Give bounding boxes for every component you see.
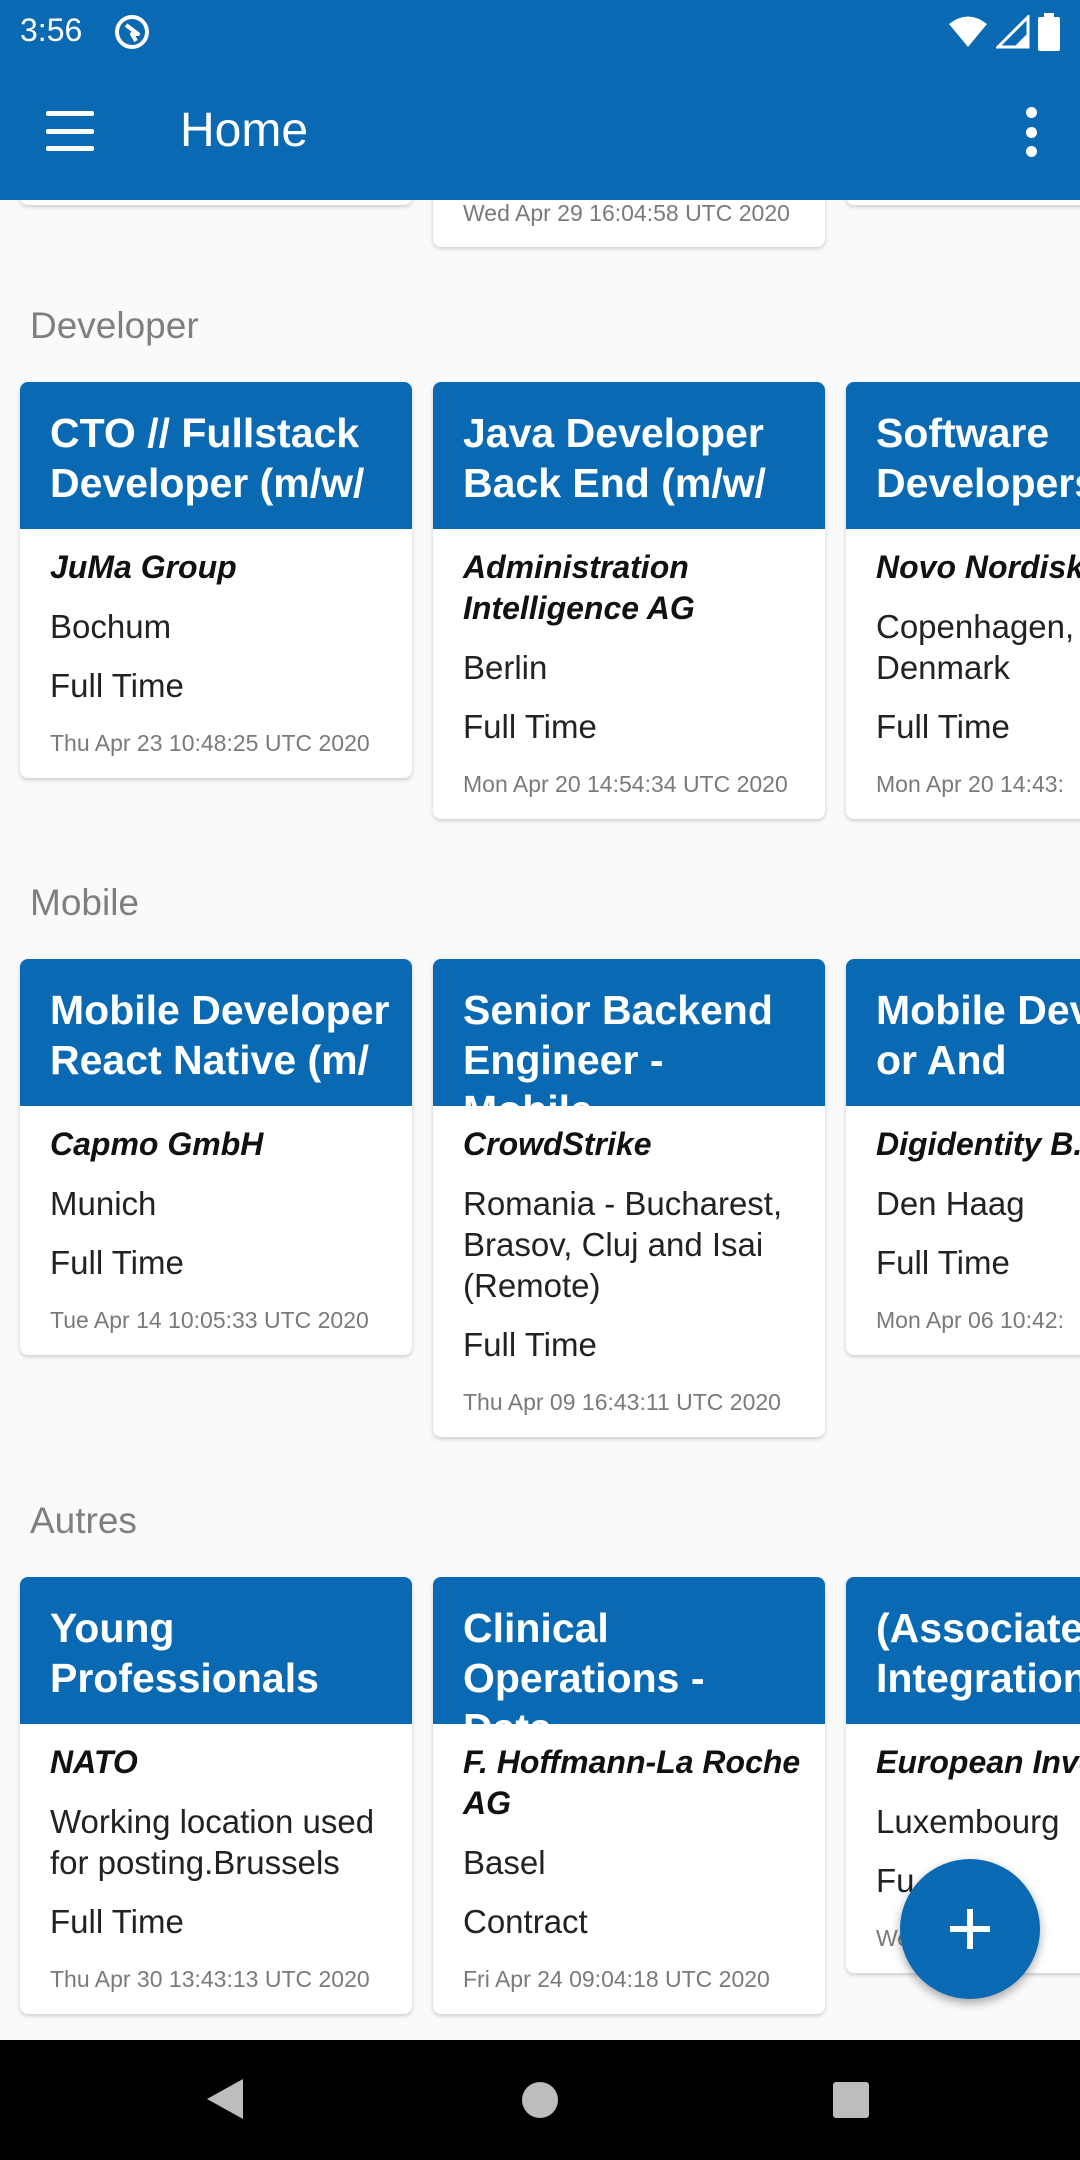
job-company: NATO bbox=[50, 1744, 138, 1780]
job-title: Senior Backend Engineer - Mobile bbox=[433, 959, 825, 1106]
system-nav-bar bbox=[0, 2040, 1080, 2160]
job-company: CrowdStrike bbox=[463, 1126, 652, 1162]
page-title: Home bbox=[180, 104, 309, 157]
back-triangle-icon[interactable] bbox=[205, 2077, 245, 2121]
job-title: Clinical Operations - Data bbox=[433, 1577, 825, 1724]
job-date: Thu Apr 30 13:43:13 UTC 2020 bbox=[50, 1966, 370, 1992]
job-type: Full Time bbox=[463, 1326, 597, 1363]
add-icon bbox=[950, 1909, 990, 1949]
job-date: Fri Apr 24 09:04:18 UTC 2020 bbox=[463, 1966, 770, 1992]
job-feed[interactable]: Wed Apr 29 16:04:58 UTC 2020 Developer C… bbox=[0, 200, 1080, 2040]
job-card[interactable]: Java Developer Back End (m/w/ Administra… bbox=[433, 382, 825, 819]
job-title: Young Professionals bbox=[20, 1577, 412, 1724]
job-title: Java Developer Back End (m/w/ bbox=[433, 382, 825, 529]
job-location: Basel bbox=[463, 1844, 546, 1881]
section-title-autres: Autres bbox=[30, 1500, 137, 1541]
job-company: European Inve Bank bbox=[876, 1744, 1080, 1780]
job-title: Mobile Dev (iOS or And bbox=[846, 959, 1080, 1106]
job-title: (Associate Integration bbox=[846, 1577, 1080, 1724]
status-bar: 3:56 bbox=[0, 0, 1080, 63]
wifi-icon bbox=[949, 16, 987, 47]
job-company: Capmo GmbH bbox=[50, 1126, 264, 1162]
job-date: Wed Apr 29 16:04:58 UTC 2020 bbox=[463, 200, 790, 226]
job-company: Digidentity B. bbox=[876, 1126, 1080, 1162]
job-location: Bochum bbox=[50, 608, 172, 645]
cell-signal-icon bbox=[996, 15, 1030, 49]
partial-card-right[interactable] bbox=[846, 200, 1080, 205]
job-type: Full Time bbox=[463, 708, 597, 745]
job-type: Full Time bbox=[50, 1903, 184, 1940]
section-title-mobile: Mobile bbox=[30, 882, 139, 923]
job-type: Full Time bbox=[50, 667, 184, 704]
job-card[interactable]: Clinical Operations - Data F. Hoffmann-L… bbox=[433, 1577, 825, 2014]
job-title: CTO // Fullstack Developer (m/w/ bbox=[20, 382, 412, 529]
job-type: Contract bbox=[463, 1903, 588, 1940]
job-type: Full Time bbox=[876, 708, 1010, 745]
job-title: Mobile Developer React Native (m/ bbox=[20, 959, 412, 1106]
recents-square-icon[interactable] bbox=[833, 2082, 869, 2118]
job-location: Munich bbox=[50, 1185, 157, 1222]
more-vert-icon[interactable] bbox=[1026, 107, 1040, 157]
add-job-button[interactable] bbox=[900, 1859, 1040, 1999]
hamburger-menu-icon[interactable] bbox=[40, 105, 100, 157]
job-card[interactable]: Mobile Developer React Native (m/ Capmo … bbox=[20, 959, 412, 1355]
job-location: Working location used for posting.Brusse… bbox=[50, 1803, 375, 1881]
battery-icon bbox=[1038, 13, 1060, 51]
job-date: Thu Apr 09 16:43:11 UTC 2020 bbox=[463, 1389, 781, 1415]
job-location: Berlin bbox=[463, 649, 548, 686]
job-company: Novo Nordisk bbox=[876, 549, 1080, 585]
status-icons bbox=[948, 12, 1060, 52]
job-card[interactable]: Mobile Dev (iOS or And Digidentity B. De… bbox=[846, 959, 1080, 1355]
job-card[interactable]: Senior Backend Engineer - Mobile CrowdSt… bbox=[433, 959, 825, 1437]
job-card[interactable]: Software Developers Novo Nordisk Copenha… bbox=[846, 382, 1080, 819]
job-location: Copenhagen, Denmark bbox=[876, 608, 1075, 686]
job-location: Den Haag bbox=[876, 1185, 1025, 1222]
job-date: Mon Apr 06 10:42: bbox=[876, 1307, 1064, 1333]
job-company: Administration Intelligence AG bbox=[463, 549, 695, 626]
status-time: 3:56 bbox=[20, 12, 83, 48]
section-title-developer: Developer bbox=[30, 305, 199, 346]
job-date: Mon Apr 20 14:54:34 UTC 2020 bbox=[463, 771, 788, 797]
job-type: Full Time bbox=[50, 1244, 184, 1281]
partial-card-middle[interactable]: Wed Apr 29 16:04:58 UTC 2020 bbox=[433, 200, 825, 247]
job-location: Romania - Bucharest, Brasov, Cluj and Is… bbox=[463, 1185, 783, 1304]
job-date: Mon Apr 20 14:43: bbox=[876, 771, 1064, 797]
home-circle-icon[interactable] bbox=[522, 2082, 558, 2118]
job-title: Software Developers bbox=[846, 382, 1080, 529]
job-company: JuMa Group bbox=[50, 549, 237, 585]
partial-card-left[interactable] bbox=[20, 200, 412, 205]
app-bar: Home bbox=[0, 63, 1080, 200]
job-card[interactable]: CTO // Fullstack Developer (m/w/ JuMa Gr… bbox=[20, 382, 412, 778]
job-date: Tue Apr 14 10:05:33 UTC 2020 bbox=[50, 1307, 369, 1333]
job-date: Thu Apr 23 10:48:25 UTC 2020 bbox=[50, 730, 370, 756]
job-company: F. Hoffmann-La Roche AG bbox=[463, 1744, 801, 1821]
job-card[interactable]: Young Professionals NATO Working locatio… bbox=[20, 1577, 412, 2014]
app-notification-icon bbox=[115, 15, 149, 49]
job-type: Full Time bbox=[876, 1244, 1010, 1281]
job-location: Luxembourg bbox=[876, 1803, 1060, 1840]
